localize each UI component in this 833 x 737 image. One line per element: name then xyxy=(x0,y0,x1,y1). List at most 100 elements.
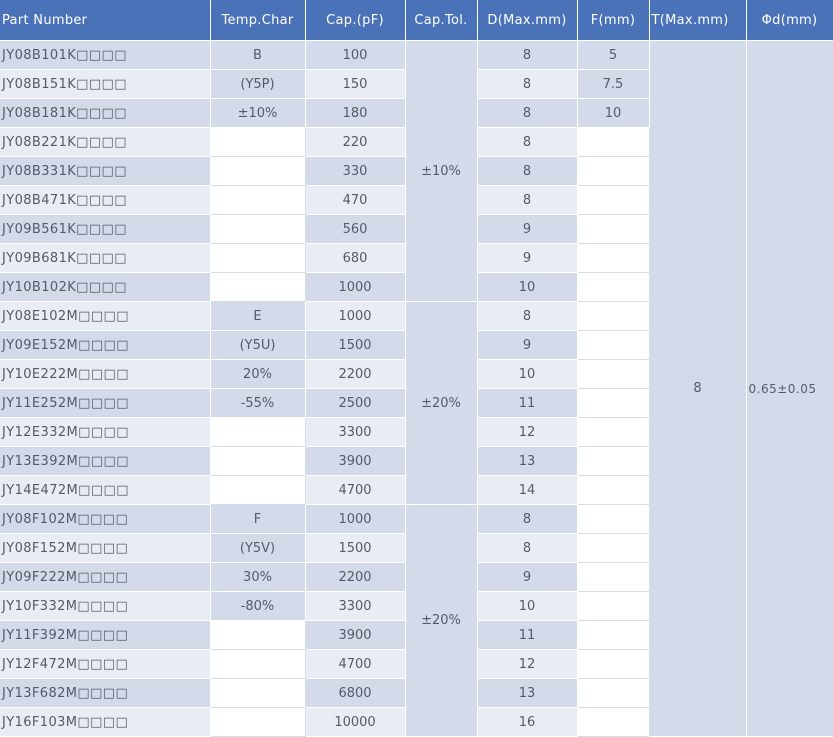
part-number-cell: JY09F222M□□□□ xyxy=(0,562,211,592)
part-number-cell: JY08F152M□□□□ xyxy=(0,533,211,563)
temp-char-cell xyxy=(210,446,306,476)
temp-char-cell xyxy=(210,272,306,302)
cap-tolerance-cell: ±20% xyxy=(405,301,478,505)
phi-d-cell: 0.65±0.05 xyxy=(746,40,833,737)
d-max-cell: 12 xyxy=(477,417,578,447)
capacitance-cell: 220 xyxy=(305,127,406,157)
header-f: F(mm) xyxy=(577,0,650,41)
f-cell xyxy=(577,388,650,418)
capacitance-cell: 150 xyxy=(305,69,406,99)
d-max-cell: 14 xyxy=(477,475,578,505)
part-number-cell: JY14E472M□□□□ xyxy=(0,475,211,505)
d-max-cell: 11 xyxy=(477,388,578,418)
part-number-cell: JY13F682M□□□□ xyxy=(0,678,211,708)
part-number-cell: JY11E252M□□□□ xyxy=(0,388,211,418)
part-number-cell: JY10F332M□□□□ xyxy=(0,591,211,621)
f-cell xyxy=(577,446,650,476)
capacitance-cell: 100 xyxy=(305,40,406,70)
capacitance-cell: 560 xyxy=(305,214,406,244)
temp-char-cell xyxy=(210,185,306,215)
temp-char-cell: F xyxy=(210,504,306,534)
part-number-cell: JY08B151K□□□□ xyxy=(0,69,211,99)
part-number-cell: JY10B102K□□□□ xyxy=(0,272,211,302)
temp-char-cell xyxy=(210,127,306,157)
d-max-cell: 11 xyxy=(477,620,578,650)
capacitance-cell: 3900 xyxy=(305,446,406,476)
table-body: JY08B101K□□□□ B 100 ±10% 8 5 8 0.65±0.05 JY08B15… xyxy=(0,40,833,737)
part-number-cell: JY16F103M□□□□ xyxy=(0,707,211,737)
temp-char-cell xyxy=(210,214,306,244)
capacitance-cell: 2200 xyxy=(305,562,406,592)
d-max-cell: 8 xyxy=(477,185,578,215)
capacitance-cell: 1000 xyxy=(305,272,406,302)
f-cell: 5 xyxy=(577,40,650,70)
d-max-cell: 9 xyxy=(477,562,578,592)
temp-char-cell xyxy=(210,707,306,737)
d-max-cell: 9 xyxy=(477,243,578,273)
f-cell xyxy=(577,272,650,302)
capacitance-cell: 3300 xyxy=(305,591,406,621)
d-max-cell: 12 xyxy=(477,649,578,679)
f-cell xyxy=(577,707,650,737)
temp-char-cell xyxy=(210,649,306,679)
capacitance-cell: 4700 xyxy=(305,475,406,505)
f-cell xyxy=(577,214,650,244)
f-cell xyxy=(577,591,650,621)
temp-char-cell: -55% xyxy=(210,388,306,418)
temp-char-cell: ±10% xyxy=(210,98,306,128)
f-cell xyxy=(577,649,650,679)
f-cell xyxy=(577,533,650,563)
table-row: JY08B101K□□□□ B 100 ±10% 8 5 8 0.65±0.05 xyxy=(0,40,833,737)
part-number-cell: JY12F472M□□□□ xyxy=(0,649,211,679)
capacitance-cell: 1500 xyxy=(305,533,406,563)
d-max-cell: 16 xyxy=(477,707,578,737)
capacitance-cell: 3300 xyxy=(305,417,406,447)
temp-char-cell xyxy=(210,243,306,273)
f-cell xyxy=(577,301,650,331)
temp-char-cell: (Y5V) xyxy=(210,533,306,563)
f-cell xyxy=(577,127,650,157)
temp-char-cell: (Y5P) xyxy=(210,69,306,99)
capacitor-spec-table: Part Number Temp.Char Cap.(pF) Cap.Tol. … xyxy=(0,0,833,737)
part-number-cell: JY09B561K□□□□ xyxy=(0,214,211,244)
f-cell xyxy=(577,330,650,360)
header-cap-tolerance: Cap.Tol. xyxy=(405,0,478,41)
f-cell xyxy=(577,417,650,447)
d-max-cell: 8 xyxy=(477,40,578,70)
f-cell xyxy=(577,620,650,650)
capacitance-cell: 3900 xyxy=(305,620,406,650)
f-cell xyxy=(577,562,650,592)
temp-char-cell: (Y5U) xyxy=(210,330,306,360)
capacitance-cell: 2500 xyxy=(305,388,406,418)
temp-char-cell: -80% xyxy=(210,591,306,621)
d-max-cell: 8 xyxy=(477,533,578,563)
temp-char-cell xyxy=(210,475,306,505)
header-t-max: T(Max.mm) xyxy=(649,0,747,41)
d-max-cell: 8 xyxy=(477,156,578,186)
part-number-cell: JY08F102M□□□□ xyxy=(0,504,211,534)
d-max-cell: 8 xyxy=(477,98,578,128)
part-number-cell: JY08B181K□□□□ xyxy=(0,98,211,128)
header-row: Part Number Temp.Char Cap.(pF) Cap.Tol. … xyxy=(0,0,833,41)
header-temp-char: Temp.Char xyxy=(210,0,306,41)
temp-char-cell xyxy=(210,678,306,708)
d-max-cell: 8 xyxy=(477,504,578,534)
d-max-cell: 13 xyxy=(477,446,578,476)
temp-char-cell: E xyxy=(210,301,306,331)
f-cell xyxy=(577,678,650,708)
capacitance-cell: 4700 xyxy=(305,649,406,679)
part-number-cell: JY08B101K□□□□ xyxy=(0,40,211,70)
part-number-cell: JY10E222M□□□□ xyxy=(0,359,211,389)
part-number-cell: JY08B331K□□□□ xyxy=(0,156,211,186)
header-part-number: Part Number xyxy=(0,0,211,41)
d-max-cell: 13 xyxy=(477,678,578,708)
f-cell: 10 xyxy=(577,98,650,128)
cap-tolerance-cell: ±20% xyxy=(405,504,478,737)
temp-char-cell: 30% xyxy=(210,562,306,592)
part-number-cell: JY13E392M□□□□ xyxy=(0,446,211,476)
capacitance-cell: 180 xyxy=(305,98,406,128)
f-cell xyxy=(577,243,650,273)
capacitance-cell: 10000 xyxy=(305,707,406,737)
temp-char-cell: 20% xyxy=(210,359,306,389)
f-cell xyxy=(577,359,650,389)
